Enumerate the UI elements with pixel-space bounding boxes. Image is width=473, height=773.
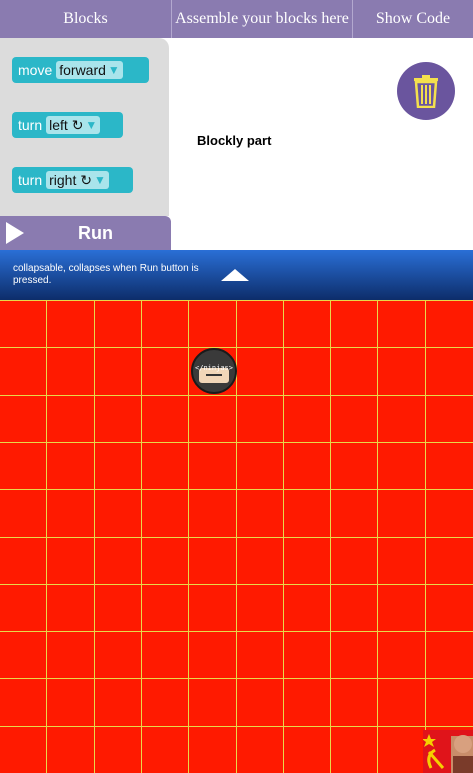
dropdown-arrow-icon: ▼ <box>107 63 120 77</box>
collapse-bar[interactable]: collapsable, collapses when Run button i… <box>0 250 473 300</box>
tab-blocks[interactable]: Blocks <box>0 0 172 38</box>
dropdown-value: right ↻ <box>49 171 92 188</box>
dropdown-arrow-icon: ▼ <box>85 118 98 132</box>
turn-left-block[interactable]: turn left ↻ ▼ <box>12 112 123 138</box>
trash-icon <box>414 75 438 108</box>
block-keyword: turn <box>18 172 43 188</box>
turn-right-block[interactable]: turn right ↻ ▼ <box>12 167 133 193</box>
workspace-label: Blockly part <box>197 133 272 148</box>
direction-dropdown[interactable]: right ↻ ▼ <box>46 171 109 189</box>
dropdown-value: forward <box>59 62 106 78</box>
ninja-label: </ninjas> <box>195 364 233 372</box>
trash-button[interactable] <box>397 62 455 120</box>
caret-up-icon[interactable] <box>221 269 249 281</box>
play-icon <box>6 222 24 244</box>
direction-dropdown[interactable]: left ↻ ▼ <box>46 116 101 134</box>
tab-assemble[interactable]: Assemble your blocks here <box>172 0 353 38</box>
hammer-sickle-badge-icon <box>423 730 473 773</box>
block-keyword: move <box>18 62 53 78</box>
direction-dropdown[interactable]: forward ▼ <box>56 61 123 79</box>
dropdown-value: left ↻ <box>49 116 84 133</box>
tab-show-code[interactable]: Show Code <box>353 0 473 38</box>
run-label: Run <box>78 222 113 243</box>
dropdown-arrow-icon: ▼ <box>93 173 106 187</box>
ninja-player-icon: </ninjas> <box>191 348 237 394</box>
move-forward-block[interactable]: move forward ▼ <box>12 57 149 83</box>
ninja-eyes <box>206 374 222 378</box>
collapse-bar-text: collapsable, collapses when Run button i… <box>13 263 199 286</box>
run-button[interactable]: Run <box>0 216 171 250</box>
block-keyword: turn <box>18 117 43 133</box>
top-tab-bar: Blocks Assemble your blocks here Show Co… <box>0 0 473 38</box>
